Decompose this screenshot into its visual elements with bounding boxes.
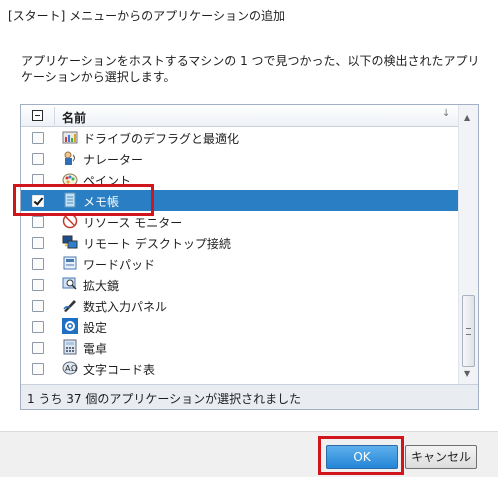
- vertical-scrollbar[interactable]: ▲ ▼: [458, 105, 478, 385]
- row-checkbox[interactable]: [32, 132, 44, 144]
- header-divider: [54, 107, 55, 125]
- table-row[interactable]: リソース モニター: [21, 211, 458, 232]
- remote-desktop-icon: [62, 235, 78, 249]
- selection-status-text: 1 うち 37 個のアプリケーションが選択されました: [27, 392, 302, 406]
- select-all-checkbox[interactable]: [32, 110, 43, 121]
- row-label: リソース モニター: [83, 216, 183, 230]
- table-row[interactable]: ナレーター: [21, 148, 458, 169]
- row-checkbox[interactable]: [32, 300, 44, 312]
- grid-header: 名前 ↓: [21, 105, 478, 127]
- calculator-icon: [63, 339, 77, 355]
- table-row[interactable]: ドライブのデフラグと最適化: [21, 127, 458, 148]
- row-label: ドライブのデフラグと最適化: [83, 132, 240, 146]
- cancel-button[interactable]: キャンセル: [405, 445, 477, 469]
- paint-icon: [62, 173, 78, 187]
- row-checkbox[interactable]: [32, 342, 44, 354]
- row-label: 文字コード表: [83, 363, 156, 377]
- table-row[interactable]: 数式入力パネル: [21, 295, 458, 316]
- row-checkbox-checked[interactable]: [32, 195, 44, 207]
- row-checkbox[interactable]: [32, 321, 44, 333]
- narrator-icon: [64, 151, 75, 165]
- row-label: ナレーター: [83, 153, 144, 167]
- row-checkbox[interactable]: [32, 279, 44, 291]
- ok-button[interactable]: OK: [326, 445, 398, 469]
- svg-text:Ω: Ω: [71, 364, 77, 373]
- scrollbar-thumb[interactable]: [462, 295, 475, 367]
- row-checkbox[interactable]: [32, 363, 44, 375]
- row-checkbox[interactable]: [32, 174, 44, 186]
- table-row[interactable]: ワードパッド: [21, 253, 458, 274]
- row-label: 拡大鏡: [83, 279, 120, 293]
- sort-arrow-icon[interactable]: ↓: [442, 108, 450, 119]
- row-label: 設定: [83, 321, 108, 335]
- row-checkbox[interactable]: [32, 153, 44, 165]
- scroll-up-arrow-icon[interactable]: ▲: [464, 113, 470, 122]
- row-label: リモート デスクトップ接続: [83, 237, 231, 251]
- row-label: 電卓: [83, 342, 108, 356]
- table-row[interactable]: 電卓: [21, 337, 458, 358]
- dialog-title: [スタート] メニューからのアプリケーションの追加: [8, 9, 285, 23]
- dialog-description: アプリケーションをホストするマシンの 1 つで見つかった、以下の検出されたアプリ…: [21, 54, 480, 84]
- table-row[interactable]: A Ω 文字コード表: [21, 358, 458, 379]
- row-checkbox[interactable]: [32, 237, 44, 249]
- table-row[interactable]: リモート デスクトップ接続: [21, 232, 458, 253]
- scrollbar-grip-icon: [466, 328, 471, 335]
- scroll-down-arrow-icon[interactable]: ▼: [464, 369, 470, 378]
- row-checkbox[interactable]: [32, 216, 44, 228]
- selection-status-bar: 1 うち 37 個のアプリケーションが選択されました: [21, 384, 478, 409]
- dialog-footer: OK キャンセル: [0, 431, 498, 477]
- settings-icon: [62, 318, 78, 334]
- row-checkbox[interactable]: [32, 258, 44, 270]
- table-row[interactable]: ペイント: [21, 169, 458, 190]
- magnifier-icon: [62, 277, 77, 290]
- row-label: 数式入力パネル: [83, 300, 168, 314]
- character-map-icon: A Ω: [62, 361, 78, 375]
- row-label: ワードパッド: [83, 258, 156, 272]
- notepad-icon: [64, 192, 76, 208]
- math-input-icon: [63, 300, 76, 312]
- column-header-name[interactable]: 名前: [62, 109, 86, 126]
- table-row[interactable]: 拡大鏡: [21, 274, 458, 295]
- grid-rows: ドライブのデフラグと最適化 ナレーター ペイント メモ帳 リソース モニター リ…: [21, 127, 458, 383]
- row-label: ペイント: [83, 174, 132, 188]
- defrag-icon: [62, 131, 78, 144]
- table-row[interactable]: 設定: [21, 316, 458, 337]
- wordpad-icon: [63, 256, 77, 270]
- table-row-selected[interactable]: メモ帳: [21, 190, 458, 211]
- resource-monitor-icon: [62, 213, 78, 229]
- application-grid: 名前 ↓ ドライブのデフラグと最適化 ナレーター ペイント メモ帳 リソース モ…: [20, 104, 479, 410]
- row-label: メモ帳: [83, 195, 120, 209]
